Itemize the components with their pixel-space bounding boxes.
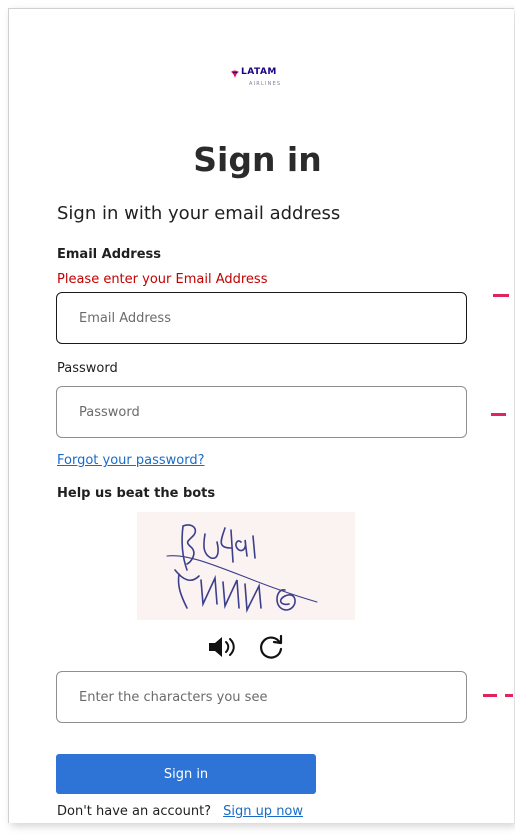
captcha-input[interactable] <box>56 671 467 723</box>
captcha-distorted-text <box>166 524 318 613</box>
signup-prompt: Don't have an account? Sign up now <box>57 804 303 819</box>
speaker-icon[interactable] <box>207 634 237 660</box>
logo-text: LATAM <box>241 67 277 77</box>
email-field[interactable] <box>56 292 467 344</box>
email-error-message: Please enter your Email Address <box>57 272 268 287</box>
annotation-marker <box>505 694 513 697</box>
captcha-image <box>137 512 355 620</box>
password-label: Password <box>57 361 118 376</box>
annotation-marker <box>483 694 497 697</box>
annotation-marker <box>493 294 509 297</box>
refresh-icon[interactable] <box>257 633 285 661</box>
forgot-password-link[interactable]: Forgot your password? <box>57 453 205 468</box>
sign-in-button[interactable]: Sign in <box>56 754 316 794</box>
logo-subtext: AIRLINES <box>249 81 282 87</box>
page-title: Sign in <box>193 140 322 179</box>
signup-prompt-text: Don't have an account? <box>57 804 212 819</box>
latam-logo-mark-icon <box>231 70 239 78</box>
page-subtitle: Sign in with your email address <box>57 203 341 224</box>
annotation-marker <box>491 413 506 416</box>
captcha-label: Help us beat the bots <box>57 486 216 501</box>
sign-up-link[interactable]: Sign up now <box>223 804 303 819</box>
password-field[interactable] <box>56 386 467 438</box>
email-label: Email Address <box>57 247 162 262</box>
